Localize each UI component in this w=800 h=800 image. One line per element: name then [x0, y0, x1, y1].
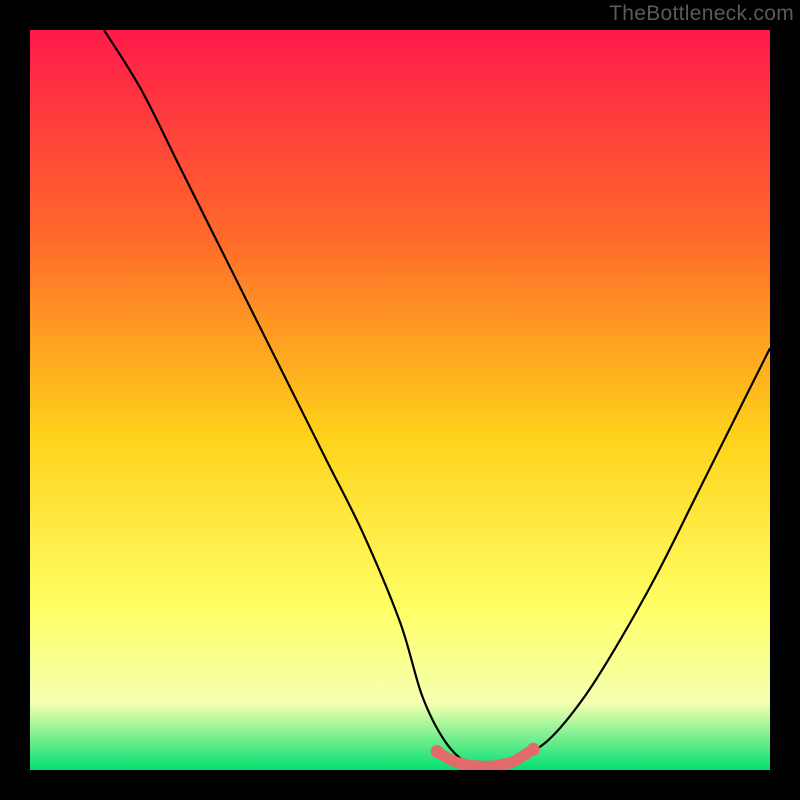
marker-dot: [527, 743, 540, 756]
marker-dot: [447, 755, 457, 765]
gradient-background: [30, 30, 770, 770]
watermark-text: TheBottleneck.com: [609, 2, 794, 26]
plot-area: [30, 30, 770, 770]
marker-dot: [431, 745, 444, 758]
chart-frame: TheBottleneck.com: [0, 0, 800, 800]
marker-dot: [513, 754, 523, 764]
plot-svg: [30, 30, 770, 770]
